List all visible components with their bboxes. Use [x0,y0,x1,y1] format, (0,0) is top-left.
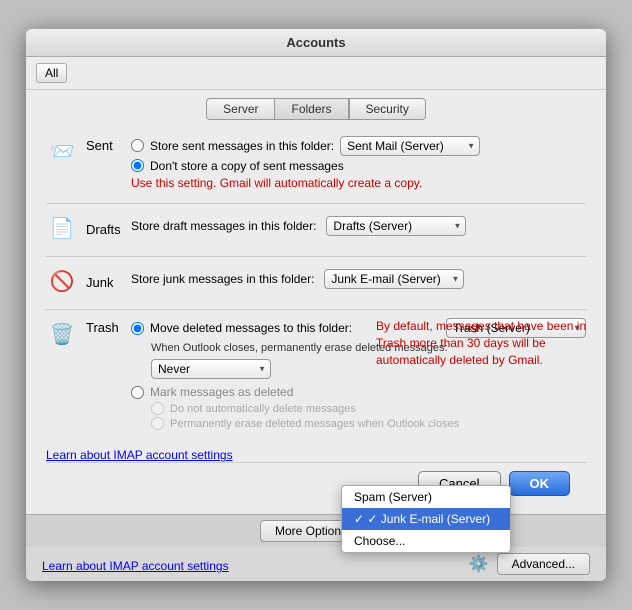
junk-select-wrapper: Junk E-mail (Server) [324,269,464,289]
drafts-section: 📄 Drafts Store draft messages in this fo… [46,212,586,244]
drafts-label: Drafts [86,220,131,237]
sub-options: Do not automatically delete messages Per… [151,402,586,432]
all-button[interactable]: All [36,63,67,83]
tab-server[interactable]: Server [206,98,274,120]
trash-note: By default, messages that have been in T… [376,318,596,368]
sent-icon: 📨 [46,136,78,168]
divider-1 [46,203,586,204]
learn-link[interactable]: Learn about IMAP account settings [46,448,233,462]
drafts-select-wrapper: Drafts (Server) [326,216,466,236]
divider-3 [46,309,586,310]
dropdown-choose[interactable]: Choose... [342,530,510,552]
main-content: 📨 Sent Store sent messages in this folde… [26,126,606,515]
junk-body: Store junk messages in this folder: Junk… [131,269,586,293]
trash-main-row: Move deleted messages to this folder: Tr… [131,318,586,379]
sent-select-wrapper: Sent Mail (Server) [340,136,480,156]
junk-dropdown-popup: Spam (Server) ✓ Junk E-mail (Server) Cho… [341,485,511,553]
drafts-icon: 📄 [46,212,78,244]
footer-learn-link[interactable]: Learn about IMAP account settings [42,559,229,573]
never-select-wrapper: Never [151,359,271,379]
perm-erase-radio [151,417,164,430]
drafts-folder-label: Store draft messages in this folder: [131,219,316,233]
accounts-window: Accounts All Server Folders Security 📨 S… [26,29,606,582]
perm-erase-label: Permanently erase deleted messages when … [170,418,459,430]
sent-option1-row: Store sent messages in this folder: Sent… [131,136,586,156]
mark-deleted-row: Mark messages as deleted [131,385,586,399]
tab-folders[interactable]: Folders [274,98,348,120]
ok-button[interactable]: OK [509,471,571,496]
title-bar: Accounts [26,29,606,57]
no-delete-radio [151,402,164,415]
no-delete-label: Do not automatically delete messages [170,403,356,415]
dropdown-junk-email[interactable]: ✓ Junk E-mail (Server) [342,508,510,530]
junk-section: 🚫 Junk Store junk messages in this folde… [46,265,586,297]
mark-deleted-msg-radio[interactable] [131,386,144,399]
footer-bottom: Learn about IMAP account settings ⚙️ Adv… [26,547,606,581]
gear-icon[interactable]: ⚙️ [469,554,489,574]
sent-section: 📨 Sent Store sent messages in this folde… [46,136,586,192]
junk-label: Junk [86,273,131,290]
move-deleted-label: Move deleted messages to this folder: [150,321,352,335]
store-sent-radio[interactable] [131,139,144,152]
trash-section: 🗑️ Trash Move deleted messages to this f… [46,318,586,432]
drafts-folder-select[interactable]: Drafts (Server) [326,216,466,236]
dont-store-radio[interactable] [131,159,144,172]
move-deleted-radio[interactable] [131,322,144,335]
drafts-body: Store draft messages in this folder: Dra… [131,216,586,240]
divider-2 [46,256,586,257]
junk-icon: 🚫 [46,265,78,297]
footer-more-options: More Options... [26,514,606,547]
junk-folder-label: Store junk messages in this folder: [131,272,314,286]
window-title: Accounts [286,35,345,50]
sent-label: Sent [86,136,131,153]
drafts-row: Store draft messages in this folder: Dra… [131,216,586,236]
toolbar: All [26,57,606,90]
trash-icon: 🗑️ [46,318,78,350]
sub-option-2: Permanently erase deleted messages when … [151,417,586,430]
junk-row: Store junk messages in this folder: Junk… [131,269,586,289]
store-sent-label: Store sent messages in this folder: [150,139,334,153]
junk-folder-select[interactable]: Junk E-mail (Server) [324,269,464,289]
sent-folder-select[interactable]: Sent Mail (Server) [340,136,480,156]
advanced-button[interactable]: Advanced... [497,553,590,575]
never-select[interactable]: Never [151,359,271,379]
tab-security[interactable]: Security [349,98,426,120]
sent-hint: Use this setting. Gmail will automatical… [131,176,586,192]
mark-deleted-msg-label: Mark messages as deleted [150,385,293,399]
dropdown-spam[interactable]: Spam (Server) [342,486,510,508]
sent-option2-row: Don't store a copy of sent messages [131,159,586,173]
sub-option-1: Do not automatically delete messages [151,402,586,415]
sent-body: Store sent messages in this folder: Sent… [131,136,586,192]
tabs-container: Server Folders Security [26,90,606,126]
dont-store-label: Don't store a copy of sent messages [150,159,344,173]
trash-body: Move deleted messages to this folder: Tr… [131,318,586,432]
trash-label: Trash [86,318,131,335]
